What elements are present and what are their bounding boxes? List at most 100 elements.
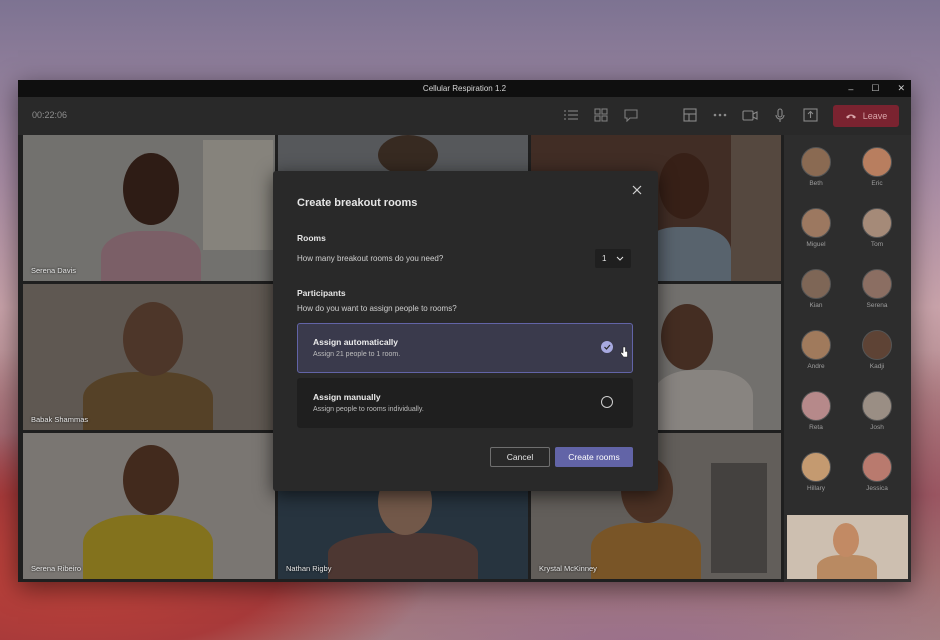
participant-face <box>659 153 709 219</box>
participant-name: Serena Ribeiro <box>31 564 82 573</box>
roster-entry[interactable]: Miguel <box>791 208 841 248</box>
meeting-timer: 00:22:06 <box>32 110 68 120</box>
roster-name: Kadji <box>869 363 885 370</box>
roster-entry[interactable]: Tom <box>852 208 902 248</box>
camera-icon[interactable] <box>742 107 758 123</box>
avatar <box>801 208 831 238</box>
participant-name: Krystal McKinney <box>539 564 597 573</box>
participant-name: Nathan Rigby <box>286 564 332 573</box>
participant-figure <box>101 231 201 281</box>
mouse-cursor-icon <box>620 346 628 358</box>
self-figure <box>817 555 877 579</box>
option-title: Assign automatically <box>313 337 399 347</box>
option-title: Assign manually <box>313 392 381 402</box>
roster-entry[interactable]: Beth <box>791 147 841 187</box>
roster-entry[interactable]: Eric <box>852 147 902 187</box>
breakout-rooms-icon[interactable] <box>593 107 609 123</box>
participants-question: How do you want to assign people to room… <box>297 304 457 313</box>
avatar <box>801 269 831 299</box>
option-description: Assign 21 people to 1 room. <box>313 351 401 358</box>
cancel-button[interactable]: Cancel <box>490 447 550 467</box>
room-count-value: 1 <box>602 254 607 263</box>
title-bar: Cellular Respiration 1.2 – ☐ ✕ <box>18 80 911 97</box>
window-controls: – ☐ ✕ <box>848 80 905 97</box>
avatar <box>801 147 831 177</box>
avatar <box>862 147 892 177</box>
roster-name: Jessica <box>866 485 888 492</box>
close-dialog-icon[interactable] <box>630 183 644 197</box>
assign-manually-option[interactable]: Assign manually Assign people to rooms i… <box>297 378 633 428</box>
roster-name: Kian <box>809 302 823 309</box>
avatar <box>862 330 892 360</box>
self-face <box>833 523 859 557</box>
roster-entry[interactable]: Hillary <box>791 452 841 492</box>
roster-entry[interactable]: Kadji <box>852 330 902 370</box>
breakout-rooms-dialog: Create breakout rooms Rooms How many bre… <box>273 171 658 491</box>
toolbar-left-icons <box>563 107 639 123</box>
roster-name: Serena <box>866 302 888 309</box>
rooms-heading: Rooms <box>297 233 326 243</box>
roster-entry[interactable]: Serena <box>852 269 902 309</box>
roster-entry[interactable]: Josh <box>852 391 902 431</box>
assign-automatically-option[interactable]: Assign automatically Assign 21 people to… <box>297 323 633 373</box>
leave-label: Leave <box>862 111 888 121</box>
roster-name: Tom <box>870 241 884 248</box>
microphone-icon[interactable] <box>772 107 788 123</box>
bookshelf <box>203 140 273 250</box>
participant-roster: Beth Eric Miguel Tom Kian Serena Andre K… <box>784 135 911 582</box>
layout-icon[interactable] <box>682 107 698 123</box>
participant-name: Serena Davis <box>31 266 77 275</box>
roster-entry[interactable]: Kian <box>791 269 841 309</box>
roster-name: Miguel <box>806 241 826 248</box>
participant-figure <box>83 372 213 430</box>
create-rooms-button[interactable]: Create rooms <box>555 447 633 467</box>
avatar <box>862 269 892 299</box>
radio-unchecked-icon[interactable] <box>601 396 613 408</box>
avatar <box>801 391 831 421</box>
roster-name: Josh <box>870 424 884 431</box>
video-tile[interactable] <box>653 284 781 430</box>
roster-name: Beth <box>809 180 823 187</box>
window-title: Cellular Respiration 1.2 <box>422 84 507 93</box>
participant-figure <box>591 523 701 579</box>
option-description: Assign people to rooms individually. <box>313 406 424 413</box>
participant-face <box>123 153 179 225</box>
dialog-title: Create breakout rooms <box>297 197 418 209</box>
participant-figure <box>653 370 753 430</box>
phone-hangup-icon <box>845 114 856 119</box>
room-count-dropdown[interactable]: 1 <box>595 249 631 268</box>
more-options-icon[interactable] <box>712 107 728 123</box>
minimize-button[interactable]: – <box>848 84 853 94</box>
radio-checked-icon[interactable] <box>601 341 613 353</box>
background-shelf <box>731 135 781 281</box>
toolbar-right-icons <box>682 107 818 123</box>
participant-name: Babak Shammas <box>31 415 89 424</box>
leave-button[interactable]: Leave <box>833 105 899 127</box>
maximize-button[interactable]: ☐ <box>871 83 879 94</box>
close-window-button[interactable]: ✕ <box>897 83 905 94</box>
participant-face <box>378 135 438 175</box>
meeting-toolbar: 00:22:06 Leave <box>18 97 911 135</box>
avatar <box>862 452 892 482</box>
participant-face <box>123 445 179 515</box>
chat-icon[interactable] <box>623 107 639 123</box>
participants-list-icon[interactable] <box>563 107 579 123</box>
roster-entry[interactable]: Jessica <box>852 452 902 492</box>
avatar <box>801 330 831 360</box>
participant-figure <box>328 533 478 579</box>
chevron-down-icon <box>616 256 624 261</box>
avatar <box>862 208 892 238</box>
avatar <box>801 452 831 482</box>
self-view-tile[interactable] <box>787 515 908 579</box>
roster-entry[interactable]: Andre <box>791 330 841 370</box>
video-tile[interactable]: Serena Ribeiro <box>23 433 275 579</box>
roster-name: Eric <box>871 180 883 187</box>
video-tile[interactable]: Serena Davis <box>23 135 275 281</box>
participant-figure <box>83 515 213 579</box>
roster-name: Andre <box>807 363 825 370</box>
avatar <box>862 391 892 421</box>
roster-entry[interactable]: Reta <box>791 391 841 431</box>
video-tile[interactable]: Babak Shammas <box>23 284 275 430</box>
participants-heading: Participants <box>297 288 346 298</box>
share-screen-icon[interactable] <box>802 107 818 123</box>
